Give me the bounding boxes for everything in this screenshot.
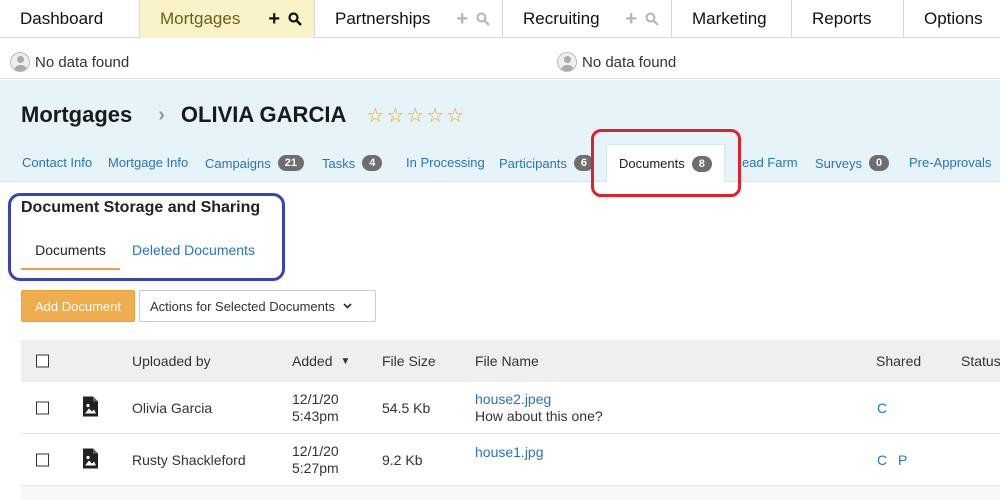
count-badge: 21 — [277, 155, 305, 171]
shared-partner-link[interactable]: P — [898, 452, 907, 468]
count-badge: 4 — [362, 155, 383, 171]
uploaded-by: Olivia Garcia — [132, 399, 213, 416]
nav-marketing[interactable]: Marketing — [672, 0, 792, 38]
selected-actions-dropdown[interactable]: Actions for Selected Documents — [139, 290, 376, 322]
tab-surveys-label: Surveys — [815, 155, 862, 171]
add-mortgage-icon[interactable]: + — [268, 9, 280, 29]
nav-recruiting-label: Recruiting — [523, 9, 600, 28]
nav-options-label: Options — [924, 9, 983, 28]
nav-partnerships-label: Partnerships — [335, 9, 431, 28]
file-note: How about this one? — [475, 407, 603, 424]
added-date: 12/1/20 5:43pm — [292, 391, 339, 425]
chevron-right-icon: › — [158, 103, 165, 126]
star-icon[interactable]: ☆ — [386, 103, 404, 128]
col-status[interactable]: Status — [961, 353, 1000, 369]
col-file-name[interactable]: File Name — [475, 353, 539, 369]
nav-reports[interactable]: Reports — [792, 0, 904, 38]
star-icon[interactable]: ☆ — [406, 103, 424, 128]
avatar — [557, 52, 577, 72]
status-left-text: No data found — [35, 53, 130, 71]
file-link[interactable]: house2.jpeg — [475, 391, 603, 408]
tab-campaigns-label: Campaigns — [205, 155, 271, 171]
add-partnership-icon[interactable]: + — [456, 9, 468, 29]
top-nav: Dashboard Mortgages + Partnerships + Rec… — [0, 0, 1000, 38]
file-size: 54.5 Kb — [382, 399, 431, 416]
file-size: 9.2 Kb — [382, 451, 423, 468]
sort-desc-icon: ▼ — [340, 355, 351, 367]
shared-contact-link[interactable]: C — [877, 452, 887, 468]
record-header: Mortgages › OLIVIA GARCIA ☆ ☆ ☆ ☆ ☆ Cont… — [0, 80, 1000, 182]
nav-options[interactable]: Options — [904, 0, 1000, 38]
added-day: 12/1/20 — [292, 442, 339, 459]
star-icon[interactable]: ☆ — [446, 103, 464, 128]
page-title: OLIVIA GARCIA — [180, 102, 347, 127]
col-added[interactable]: Added ▼ — [292, 353, 350, 369]
col-uploaded-by[interactable]: Uploaded by — [132, 353, 211, 369]
chevron-down-icon — [343, 301, 352, 312]
count-badge: 0 — [868, 155, 890, 171]
file-info: house2.jpeg How about this one? — [475, 391, 603, 425]
tab-participants-label: Participants — [499, 155, 567, 171]
table-row[interactable]: Olivia Garcia 12/1/20 5:43pm 54.5 Kb hou… — [21, 382, 1000, 434]
nav-dashboard[interactable]: Dashboard — [0, 0, 140, 38]
selected-actions-label: Actions for Selected Documents — [150, 298, 335, 314]
nav-mortgages-label: Mortgages — [160, 9, 241, 28]
search-icon[interactable] — [288, 12, 302, 26]
documents-table: Uploaded by Added ▼ File Size File Name … — [21, 340, 1000, 500]
avatar — [10, 52, 30, 72]
status-right: No data found — [557, 52, 676, 72]
file-info: house1.jpg — [475, 444, 544, 460]
tab-contact-info[interactable]: Contact Info — [22, 155, 92, 170]
status-right-text: No data found — [582, 53, 677, 71]
row-checkbox[interactable] — [36, 401, 49, 414]
tab-mortgage-info[interactable]: Mortgage Info — [108, 155, 188, 170]
highlight-annotation — [591, 129, 741, 197]
nav-marketing-label: Marketing — [692, 9, 767, 28]
tab-surveys[interactable]: Surveys 0 — [815, 155, 890, 171]
tab-lead-farm[interactable]: ead Farm — [742, 155, 798, 170]
status-bar: No data found No data found — [0, 39, 1000, 79]
select-all-checkbox[interactable] — [36, 354, 49, 368]
star-icon[interactable]: ☆ — [426, 103, 444, 128]
row-checkbox[interactable] — [36, 453, 49, 466]
file-link[interactable]: house1.jpg — [475, 444, 544, 460]
nav-mortgages[interactable]: Mortgages + — [140, 0, 315, 38]
image-file-icon — [82, 396, 98, 419]
tab-tasks-label: Tasks — [322, 155, 356, 171]
added-day: 12/1/20 — [292, 390, 339, 407]
nav-recruiting[interactable]: Recruiting + — [503, 0, 672, 38]
search-icon[interactable] — [645, 12, 659, 26]
added-date: 12/1/20 5:27pm — [292, 443, 339, 477]
tab-in-processing[interactable]: In Processing — [406, 155, 485, 170]
breadcrumb: Mortgages › OLIVIA GARCIA ☆ ☆ ☆ ☆ ☆ — [21, 102, 464, 128]
search-icon[interactable] — [476, 12, 490, 26]
tab-participants[interactable]: Participants 6 — [499, 155, 595, 171]
nav-dashboard-label: Dashboard — [20, 9, 104, 28]
record-tabs: Contact Info Mortgage Info Campaigns 21 … — [0, 144, 1000, 182]
nav-partnerships[interactable]: Partnerships + — [315, 0, 503, 38]
breadcrumb-module[interactable]: Mortgages — [21, 102, 132, 128]
table-row[interactable]: Rusty Shackleford 12/1/20 5:27pm 9.2 Kb … — [21, 434, 1000, 486]
uploaded-by: Rusty Shackleford — [132, 451, 246, 468]
rating-stars[interactable]: ☆ ☆ ☆ ☆ ☆ — [366, 103, 464, 128]
table-row-partial — [21, 486, 1000, 500]
status-left: No data found — [10, 52, 129, 72]
tab-tasks[interactable]: Tasks 4 — [322, 155, 383, 171]
image-file-icon — [82, 448, 98, 471]
col-file-size[interactable]: File Size — [382, 353, 436, 369]
table-header: Uploaded by Added ▼ File Size File Name … — [21, 340, 1000, 382]
shared-contact-link[interactable]: C — [877, 400, 887, 416]
added-time: 5:43pm — [292, 407, 339, 424]
star-icon[interactable]: ☆ — [366, 103, 384, 128]
add-document-button[interactable]: Add Document — [21, 290, 135, 322]
highlight-annotation — [8, 193, 285, 281]
added-time: 5:27pm — [292, 459, 339, 476]
add-recruit-icon[interactable]: + — [625, 9, 637, 29]
tab-pre-approvals[interactable]: Pre-Approvals — [909, 155, 991, 170]
col-added-label: Added — [292, 353, 333, 369]
col-shared[interactable]: Shared — [876, 353, 921, 369]
nav-reports-label: Reports — [812, 9, 872, 28]
tab-campaigns[interactable]: Campaigns 21 — [205, 155, 305, 171]
